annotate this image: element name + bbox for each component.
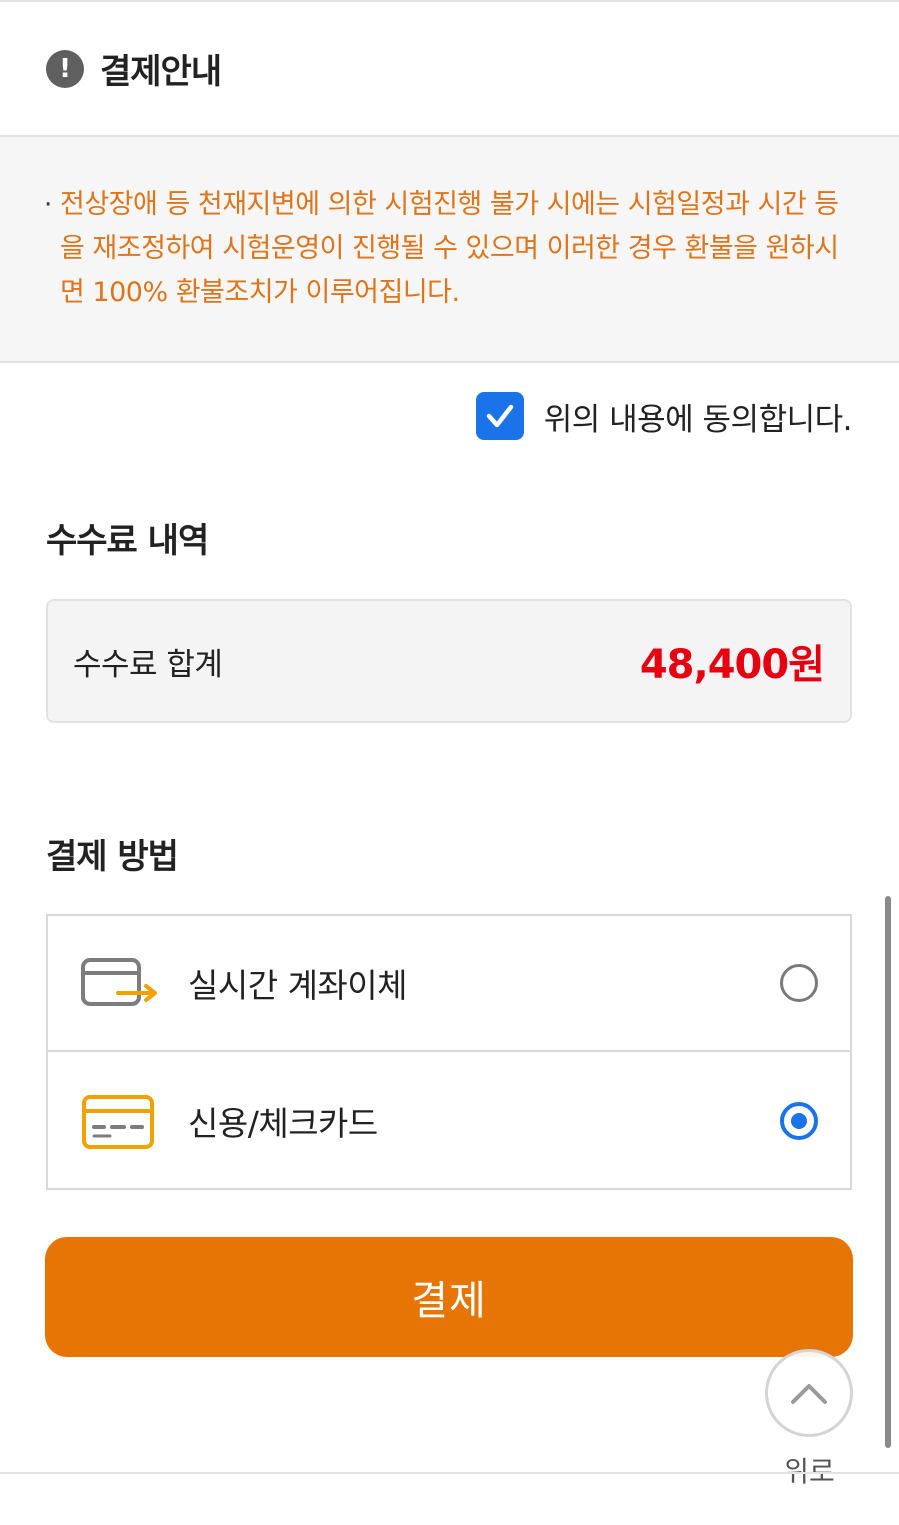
payment-notice-header: ! 결제안내 xyxy=(0,2,899,135)
agree-checkbox[interactable] xyxy=(475,392,524,440)
bank-transfer-icon xyxy=(81,958,157,1006)
method-label: 실시간 계좌이체 xyxy=(188,966,408,1005)
exclamation-icon: ! xyxy=(46,49,84,88)
payment-method-bank-transfer[interactable]: 실시간 계좌이체 xyxy=(48,916,850,1052)
radio-bank-transfer[interactable] xyxy=(780,964,818,1002)
payment-method-list: 실시간 계좌이체 신용/체크카드 xyxy=(46,914,852,1190)
notice-box: · 전상장애 등 천재지변에 의한 시험진행 불가 시에는 시험일정과 시간 등… xyxy=(0,135,899,363)
agree-row[interactable]: 위의 내용에 동의합니다. xyxy=(475,391,853,441)
bottom-divider xyxy=(0,1472,899,1474)
payment-method-card[interactable]: 신용/체크카드 xyxy=(48,1053,850,1189)
payment-method-title: 결제 방법 xyxy=(46,837,179,877)
agree-label[interactable]: 위의 내용에 동의합니다. xyxy=(544,394,853,439)
fee-section-title: 수수료 내역 xyxy=(46,521,209,561)
notice-text: 전상장애 등 천재지변에 의한 시험진행 불가 시에는 시험일정과 시간 등을 … xyxy=(60,189,839,308)
radio-card[interactable] xyxy=(780,1102,818,1140)
fee-label: 수수료 합계 xyxy=(73,646,223,683)
scroll-top-label[interactable]: 위로 xyxy=(765,1450,853,1490)
pay-button[interactable]: 결제 xyxy=(45,1237,853,1357)
fee-summary: 수수료 합계 48,400원 xyxy=(46,599,852,723)
method-label: 신용/체크카드 xyxy=(188,1104,378,1143)
bullet: · xyxy=(44,190,53,220)
credit-card-icon xyxy=(82,1095,154,1149)
notice-item: · 전상장애 등 천재지변에 의한 시험진행 불가 시에는 시험일정과 시간 등… xyxy=(44,183,859,315)
notice-title: 결제안내 xyxy=(100,52,222,92)
chevron-up-icon xyxy=(791,1384,827,1404)
fee-amount: 48,400원 xyxy=(639,642,825,688)
scroll-top-button[interactable] xyxy=(765,1349,853,1437)
scrollbar[interactable] xyxy=(885,896,891,1448)
checkmark-icon xyxy=(486,404,513,428)
